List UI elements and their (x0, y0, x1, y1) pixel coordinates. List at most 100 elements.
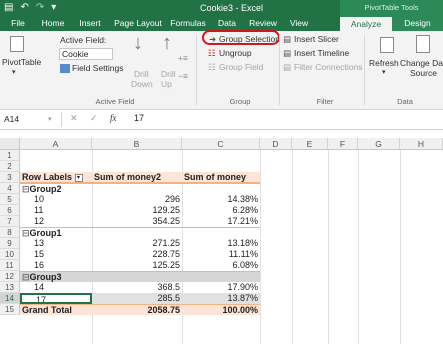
pivot-value-money2[interactable]: 354.25 (92, 216, 182, 227)
pivot-header-sum-money[interactable]: Sum of money (182, 172, 260, 183)
collapse-icon[interactable]: ⊟ (22, 184, 30, 194)
change-data-source-label-2[interactable]: Source (410, 68, 437, 78)
pivot-item-label[interactable]: 15 (20, 249, 92, 260)
column-header-g[interactable]: G (358, 138, 400, 150)
pivot-value-money2[interactable]: 271.25 (92, 238, 182, 249)
pivot-group-row[interactable]: ⊟Group2 (20, 183, 260, 194)
row-header[interactable]: 11 (0, 260, 20, 271)
tab-review[interactable]: Review (244, 16, 282, 31)
filter-connections-button[interactable]: Filter Connections (294, 62, 363, 72)
row-header[interactable]: 10 (0, 249, 20, 260)
pivot-grand-total-money[interactable]: 100.00% (182, 304, 260, 315)
collapse-icon[interactable]: ⊟ (22, 272, 30, 282)
pivot-value-money2[interactable]: 285.5 (92, 293, 182, 304)
insert-function-icon[interactable]: fx (110, 113, 117, 123)
row-header[interactable]: 15 (0, 304, 20, 315)
row-header[interactable]: 2 (0, 161, 20, 172)
enter-icon[interactable]: ✓ (90, 113, 98, 124)
change-data-source-button[interactable]: Change Data (400, 58, 443, 68)
group-field-button[interactable]: Group Field (219, 62, 263, 72)
formula-input[interactable]: 17 (134, 113, 144, 123)
pivot-value-money[interactable]: 17.90% (182, 282, 260, 293)
column-header-a[interactable]: A (20, 138, 92, 150)
refresh-dropdown-icon[interactable]: ▾ (382, 68, 386, 76)
tab-insert[interactable]: Insert (72, 16, 108, 31)
column-header-h[interactable]: H (400, 138, 443, 150)
pivot-item-label[interactable]: 13 (20, 238, 92, 249)
pivot-value-money2[interactable]: 368.5 (92, 282, 182, 293)
pivot-value-money2[interactable]: 125.25 (92, 260, 182, 271)
tab-file[interactable]: File (4, 16, 32, 31)
undo-icon[interactable]: ↶ (20, 2, 28, 14)
drill-down-label-1[interactable]: Drill (134, 69, 149, 79)
tab-analyze[interactable]: Analyze (340, 16, 392, 31)
tab-design[interactable]: Design (392, 16, 443, 31)
ungroup-button[interactable]: Ungroup (219, 48, 252, 58)
tab-page-layout[interactable]: Page Layout (110, 16, 166, 31)
pivottable-dropdown-icon[interactable]: ▾ (12, 68, 16, 76)
column-header-b[interactable]: B (92, 138, 182, 150)
insert-slicer-button[interactable]: Insert Slicer (294, 34, 339, 44)
tab-data[interactable]: Data (212, 16, 242, 31)
column-header-c[interactable]: C (182, 138, 260, 150)
drill-down-label-2[interactable]: Down (131, 79, 153, 89)
customize-icon[interactable]: ▾ (51, 2, 56, 14)
row-header[interactable]: 7 (0, 216, 20, 227)
pivot-value-money[interactable]: 13.18% (182, 238, 260, 249)
field-settings-button[interactable]: Field Settings (72, 63, 124, 73)
pivot-item-label[interactable]: 14 (20, 282, 92, 293)
pivot-item-label[interactable]: 12 (20, 216, 92, 227)
row-header[interactable]: 5 (0, 194, 20, 205)
pivot-group-row[interactable]: ⊟Group1 (20, 227, 260, 238)
pivot-value-money[interactable]: 17.21% (182, 216, 260, 227)
pivottable-button[interactable]: PivotTable (2, 57, 41, 67)
pivot-value-money[interactable]: 11.11% (182, 249, 260, 260)
pivot-item-label[interactable]: 11 (20, 205, 92, 216)
row-header[interactable]: 1 (0, 150, 20, 161)
pivot-grand-total-label[interactable]: Grand Total (20, 304, 92, 315)
pivot-value-money2[interactable]: 228.75 (92, 249, 182, 260)
column-header-f[interactable]: F (328, 138, 358, 150)
refresh-button[interactable]: Refresh (369, 58, 399, 68)
pivot-group-row[interactable]: ⊟Group3 (20, 271, 260, 282)
select-all-corner[interactable] (0, 138, 20, 150)
pivot-value-money[interactable]: 6.28% (182, 205, 260, 216)
pivot-value-money2[interactable]: 296 (92, 194, 182, 205)
collapse-field-icon[interactable]: −≡ (178, 71, 188, 81)
column-header-e[interactable]: E (292, 138, 328, 150)
save-icon[interactable]: ▤ (4, 2, 13, 14)
active-field-input[interactable]: Cookie (59, 48, 113, 60)
pivot-value-money[interactable]: 6.08% (182, 260, 260, 271)
pivot-item-label[interactable]: 10 (20, 194, 92, 205)
name-box-dropdown-icon[interactable]: ▾ (48, 115, 52, 123)
expand-field-icon[interactable]: +≡ (178, 53, 188, 63)
row-header[interactable]: 12 (0, 271, 20, 282)
row-header-selected[interactable]: 14 (0, 293, 20, 304)
column-header-d[interactable]: D (260, 138, 292, 150)
cancel-icon[interactable]: ✕ (70, 113, 78, 124)
filter-dropdown-icon[interactable]: ▾ (74, 173, 83, 182)
row-header[interactable]: 9 (0, 238, 20, 249)
insert-timeline-button[interactable]: Insert Timeline (294, 48, 349, 58)
name-box[interactable]: A14 (0, 112, 62, 127)
pivot-item-label[interactable]: 16 (20, 260, 92, 271)
drill-up-label-1[interactable]: Drill (161, 69, 176, 79)
row-header[interactable]: 4 (0, 183, 20, 194)
pivot-value-money[interactable]: 13.87% (182, 293, 260, 304)
redo-icon[interactable]: ↷ (36, 2, 44, 14)
pivot-value-money[interactable]: 14.38% (182, 194, 260, 205)
row-header[interactable]: 13 (0, 282, 20, 293)
row-header[interactable]: 3 (0, 172, 20, 183)
pivot-header-sum-money2[interactable]: Sum of money2 (92, 172, 182, 183)
collapse-icon[interactable]: ⊟ (22, 228, 30, 238)
pivot-value-money2[interactable]: 129.25 (92, 205, 182, 216)
row-header[interactable]: 8 (0, 227, 20, 238)
pivot-grand-total-money2[interactable]: 2058.75 (92, 304, 182, 315)
selected-cell-a14[interactable]: 17 (20, 293, 92, 304)
row-header[interactable]: 6 (0, 205, 20, 216)
tab-formulas[interactable]: Formulas (166, 16, 210, 31)
tab-view[interactable]: View (284, 16, 314, 31)
tab-home[interactable]: Home (34, 16, 72, 31)
pivot-row-labels-header[interactable]: Row Labels ▾ (20, 172, 92, 183)
drill-up-label-2[interactable]: Up (161, 79, 172, 89)
